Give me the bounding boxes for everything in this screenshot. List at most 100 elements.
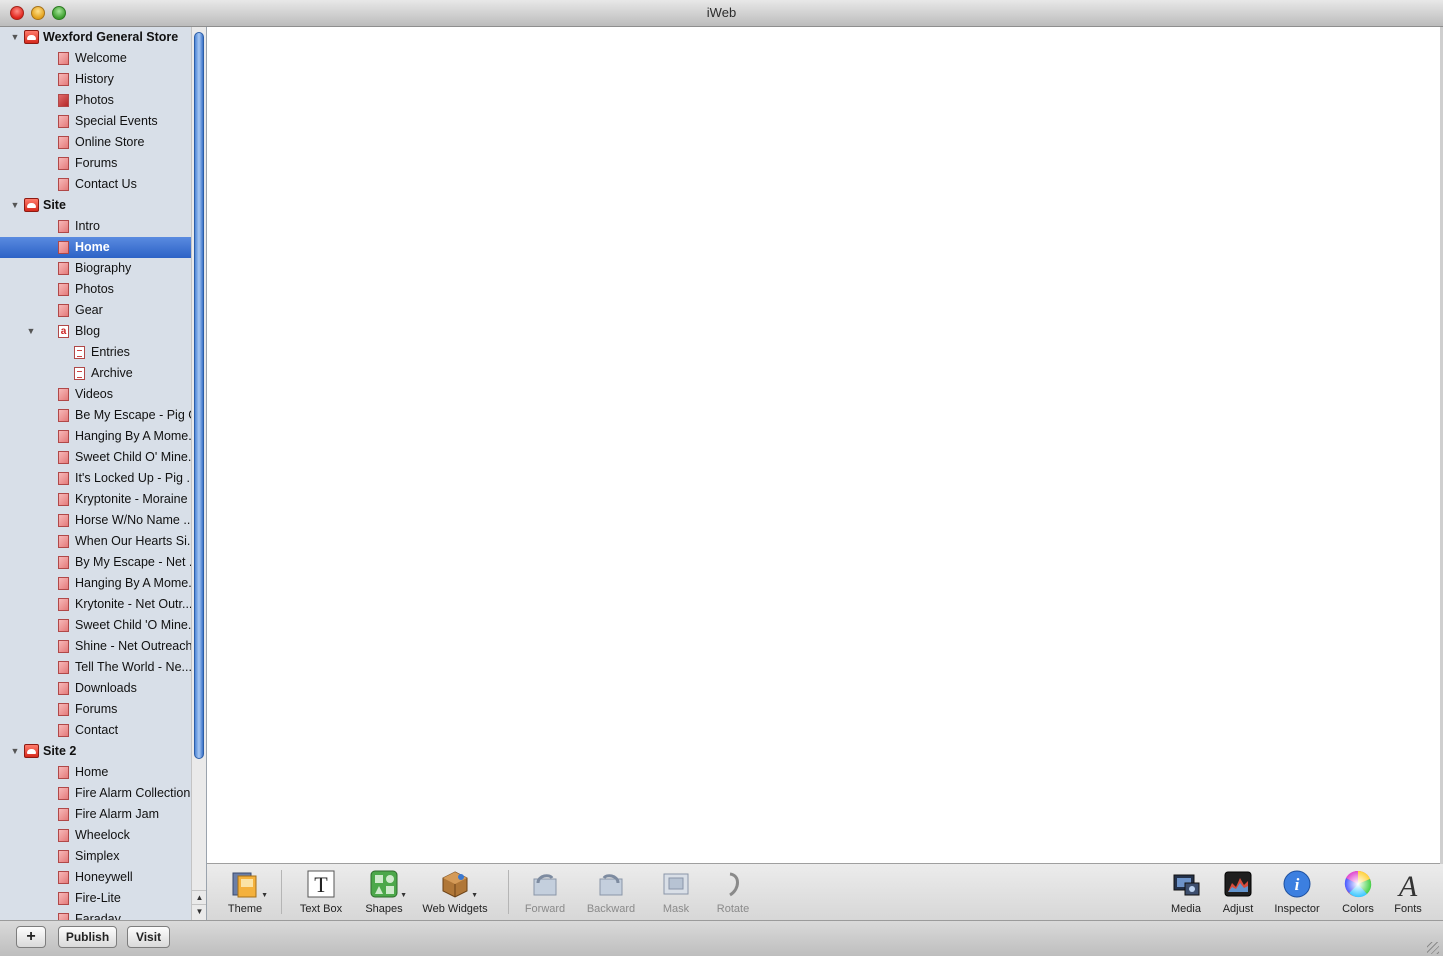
sidebar-page-row[interactable]: Wheelock	[0, 825, 191, 846]
disclosure-triangle-icon[interactable]: ▼	[10, 27, 20, 48]
sidebar-page-row[interactable]: Simplex	[0, 846, 191, 867]
title-bar[interactable]: iWeb	[0, 0, 1443, 27]
sidebar-item-label: Fire Alarm Jam	[75, 807, 160, 821]
shapes-label: Shapes	[365, 903, 403, 915]
sidebar-page-row[interactable]: Sweet Child O' Mine...	[0, 447, 191, 468]
sidebar-page-row[interactable]: Sweet Child 'O Mine...	[0, 615, 191, 636]
disclosure-triangle-icon[interactable]: ▼	[10, 741, 20, 762]
sidebar-item-label: When Our Hearts Si...	[75, 534, 191, 548]
inspector-button[interactable]: i Inspector	[1269, 869, 1325, 915]
sidebar-page-row[interactable]: History	[0, 69, 191, 90]
sidebar-page-row[interactable]: Contact	[0, 720, 191, 741]
sidebar-scrollbar[interactable]: ▲ ▼	[191, 27, 206, 920]
rotate-button[interactable]: Rotate	[713, 869, 753, 915]
sidebar-page-row[interactable]: Fire Alarm Collection	[0, 783, 191, 804]
sidebar-page-row[interactable]: Krytonite - Net Outr...	[0, 594, 191, 615]
site-icon	[24, 198, 39, 212]
sidebar-page-row[interactable]: Videos	[0, 384, 191, 405]
page-icon	[58, 829, 69, 842]
sidebar-site-row[interactable]: ▼ Wexford General Store	[0, 27, 191, 48]
page-icon	[58, 913, 69, 920]
sidebar-page-row[interactable]: Faraday	[0, 909, 191, 920]
page-icon	[58, 136, 69, 149]
inspector-label: Inspector	[1274, 903, 1320, 915]
sidebar-page-row[interactable]: Downloads	[0, 678, 191, 699]
shapes-button[interactable]: ▼ Shapes	[363, 869, 407, 915]
sidebar-page-row[interactable]: Welcome	[0, 48, 191, 69]
sidebar-page-row[interactable]: Home	[0, 237, 191, 258]
theme-button[interactable]: ▼ Theme	[223, 869, 268, 915]
sidebar-page-row[interactable]: Shine - Net Outreach	[0, 636, 191, 657]
fonts-button[interactable]: A Fonts	[1391, 869, 1425, 915]
colors-button[interactable]: Colors	[1339, 869, 1377, 915]
sidebar-page-row[interactable]: Honeywell	[0, 867, 191, 888]
sidebar-item-label: Fire Alarm Collection	[75, 786, 191, 800]
page-icon	[58, 409, 69, 422]
sidebar-page-row[interactable]: Home	[0, 762, 191, 783]
sidebar-site-row[interactable]: ▼ Site 2	[0, 741, 191, 762]
page-icon	[58, 304, 69, 317]
page-icon	[58, 73, 69, 86]
page-canvas[interactable]	[207, 27, 1440, 864]
page-icon	[58, 451, 69, 464]
forward-button[interactable]: Forward	[521, 869, 569, 915]
resize-handle-icon[interactable]	[1427, 942, 1439, 954]
sidebar-page-row[interactable]: Entries	[0, 342, 191, 363]
sidebar-item-label: Home	[75, 765, 109, 779]
page-icon	[58, 871, 69, 884]
sidebar-page-row[interactable]: Photos	[0, 90, 191, 111]
sidebar-item-label: Site 2	[43, 744, 77, 758]
sidebar-page-row[interactable]: Archive	[0, 363, 191, 384]
backward-button[interactable]: Backward	[585, 869, 637, 915]
publish-button[interactable]: Publish	[58, 926, 117, 948]
scroll-down-arrow-icon[interactable]: ▼	[192, 904, 206, 918]
sidebar-page-row[interactable]: When Our Hearts Si...	[0, 531, 191, 552]
page-icon	[58, 892, 69, 905]
sidebar-page-row[interactable]: Photos	[0, 279, 191, 300]
sidebar-page-row[interactable]: Hanging By A Mome...	[0, 573, 191, 594]
media-button[interactable]: Media	[1167, 869, 1205, 915]
adjust-button[interactable]: Adjust	[1219, 869, 1257, 915]
page-icon	[58, 262, 69, 275]
sidebar-page-row[interactable]: Online Store	[0, 132, 191, 153]
sidebar-page-row[interactable]: It's Locked Up - Pig ...	[0, 468, 191, 489]
blog-entry-icon	[74, 367, 85, 380]
sidebar-scroll-thumb[interactable]	[194, 32, 204, 759]
sidebar-page-row[interactable]: Contact Us	[0, 174, 191, 195]
sidebar-page-row[interactable]: Special Events	[0, 111, 191, 132]
sidebar-page-row[interactable]: Fire Alarm Jam	[0, 804, 191, 825]
add-page-button[interactable]: +	[16, 926, 46, 948]
web-widgets-button[interactable]: ▼ Web Widgets	[419, 869, 491, 915]
svg-text:T: T	[314, 872, 328, 897]
sidebar-item-label: Faraday	[75, 912, 121, 920]
sidebar-page-row[interactable]: ▼ a Blog	[0, 321, 191, 342]
sidebar-page-row[interactable]: Forums	[0, 153, 191, 174]
text-box-button[interactable]: T Text Box	[295, 869, 347, 915]
sidebar-item-label: Home	[75, 240, 110, 254]
sidebar-page-row[interactable]: Biography	[0, 258, 191, 279]
page-icon	[58, 724, 69, 737]
sidebar-page-row[interactable]: Tell The World - Ne...	[0, 657, 191, 678]
disclosure-triangle-icon[interactable]: ▼	[26, 321, 36, 342]
sidebar-item-label: Downloads	[75, 681, 137, 695]
forward-label: Forward	[524, 903, 566, 915]
disclosure-triangle-icon[interactable]: ▼	[10, 195, 20, 216]
adjust-label: Adjust	[1222, 903, 1254, 915]
sidebar-page-row[interactable]: Hanging By A Mome...	[0, 426, 191, 447]
sidebar-site-row[interactable]: ▼ Site	[0, 195, 191, 216]
sidebar-page-row[interactable]: Intro	[0, 216, 191, 237]
sidebar-page-row[interactable]: Horse W/No Name ...	[0, 510, 191, 531]
visit-button[interactable]: Visit	[127, 926, 170, 948]
scroll-up-arrow-icon[interactable]: ▲	[192, 890, 206, 904]
site-organizer-sidebar: ▼ Wexford General Store Welcome History Phot…	[0, 27, 207, 920]
page-icon	[58, 766, 69, 779]
sidebar-page-row[interactable]: Kryptonite - Moraine	[0, 489, 191, 510]
sidebar-page-row[interactable]: By My Escape - Net ...	[0, 552, 191, 573]
page-icon	[58, 283, 69, 296]
sidebar-page-row[interactable]: Forums	[0, 699, 191, 720]
mask-button[interactable]: Mask	[659, 869, 693, 915]
sidebar-page-row[interactable]: Fire-Lite	[0, 888, 191, 909]
page-icon	[58, 577, 69, 590]
sidebar-page-row[interactable]: Gear	[0, 300, 191, 321]
sidebar-page-row[interactable]: Be My Escape - Pig Gig	[0, 405, 191, 426]
